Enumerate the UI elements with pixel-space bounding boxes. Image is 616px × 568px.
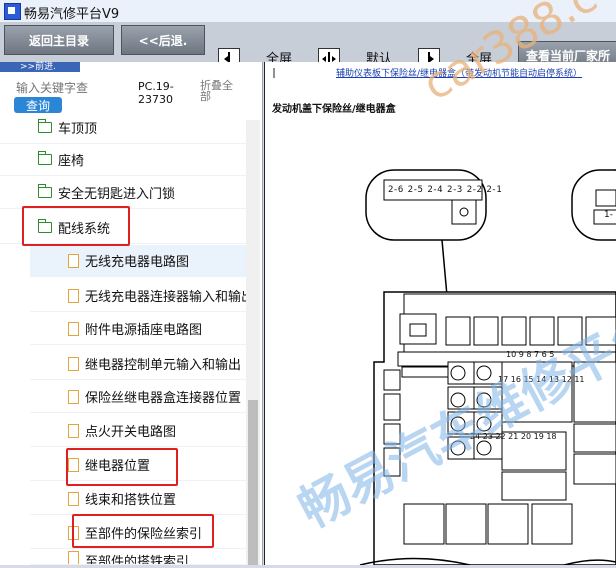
tree-item-label: 无线充电器连接器输入和输出 xyxy=(85,290,246,305)
tree-folder-seat[interactable]: 座椅 xyxy=(0,144,246,176)
tree-file-harness-ground[interactable]: 线束和搭铁位置 xyxy=(30,483,246,515)
highlight-box-wiring xyxy=(22,206,130,246)
back-button[interactable]: <<后退. xyxy=(121,25,205,55)
tree-file-wireless-charger[interactable]: 无线充电器电路图 xyxy=(30,245,246,277)
tree-file-relay-control[interactable]: 继电器控制单元输入和输出 xyxy=(30,348,246,380)
highlight-box-fuse-index xyxy=(72,514,214,548)
tree-folder-keyless[interactable]: 安全无钥匙进入门锁 xyxy=(0,177,246,209)
tree-file-charger-connector[interactable]: 无线充电器连接器输入和输出 xyxy=(30,280,246,312)
home-button[interactable]: 返回主目录 xyxy=(4,25,114,55)
tree-item-label: 保险丝继电器盒连接器位置 xyxy=(85,391,242,406)
app-icon xyxy=(4,3,21,20)
file-icon xyxy=(68,253,79,268)
collapse-all-button[interactable]: 折叠全部 xyxy=(200,80,240,102)
tree-file-ground-index[interactable]: 至部件的搭铁索引 xyxy=(30,551,246,565)
tree-item-label: 继电器控制单元输入和输出 xyxy=(85,358,242,373)
connector-pin-label: 2-6 2-5 2-4 2-3 2-2 2-1 xyxy=(388,185,502,195)
tree-file-accessory-socket[interactable]: 附件电源插座电路图 xyxy=(30,313,246,345)
search-button[interactable]: 查询 xyxy=(14,97,62,113)
file-icon xyxy=(68,288,79,303)
tree-folder-top[interactable]: 车顶顶 xyxy=(0,112,246,144)
folder-icon xyxy=(37,119,52,133)
file-icon xyxy=(68,491,79,506)
tree-item-label: 无线充电器电路图 xyxy=(85,255,190,270)
tree-item-label: 线束和搭铁位置 xyxy=(85,493,177,508)
connector-right-label: 1- xyxy=(604,210,613,220)
tree-file-ignition[interactable]: 点火开关电路图 xyxy=(30,415,246,447)
diagram-title: 发动机盖下保险丝/继电器盒 xyxy=(272,104,396,115)
highlight-box-relay xyxy=(66,448,178,486)
tree-item-label: 车顶顶 xyxy=(58,122,98,137)
file-icon xyxy=(68,389,79,404)
file-icon xyxy=(68,423,79,438)
forward-tab[interactable]: >>前进. xyxy=(0,62,80,72)
file-icon xyxy=(68,551,79,564)
tree-file-fuse-box-connector[interactable]: 保险丝继电器盒连接器位置 xyxy=(30,381,246,413)
tree-item-label: 安全无钥匙进入门锁 xyxy=(58,187,176,202)
pc-code: PC.19-23730 xyxy=(138,80,174,106)
tree-item-label: 附件电源插座电路图 xyxy=(85,323,203,338)
folder-icon xyxy=(37,151,52,165)
tree-item-label: 点火开关电路图 xyxy=(85,425,177,440)
scrollbar-thumb[interactable] xyxy=(248,400,258,565)
tree-item-label: 至部件的搭铁索引 xyxy=(85,555,190,565)
search-input[interactable] xyxy=(16,80,134,96)
window-title: 畅易汽修平台V9 xyxy=(24,7,120,22)
folder-icon xyxy=(37,184,52,198)
file-icon xyxy=(68,356,79,371)
tree-item-label: 座椅 xyxy=(58,154,85,169)
file-icon xyxy=(68,321,79,336)
